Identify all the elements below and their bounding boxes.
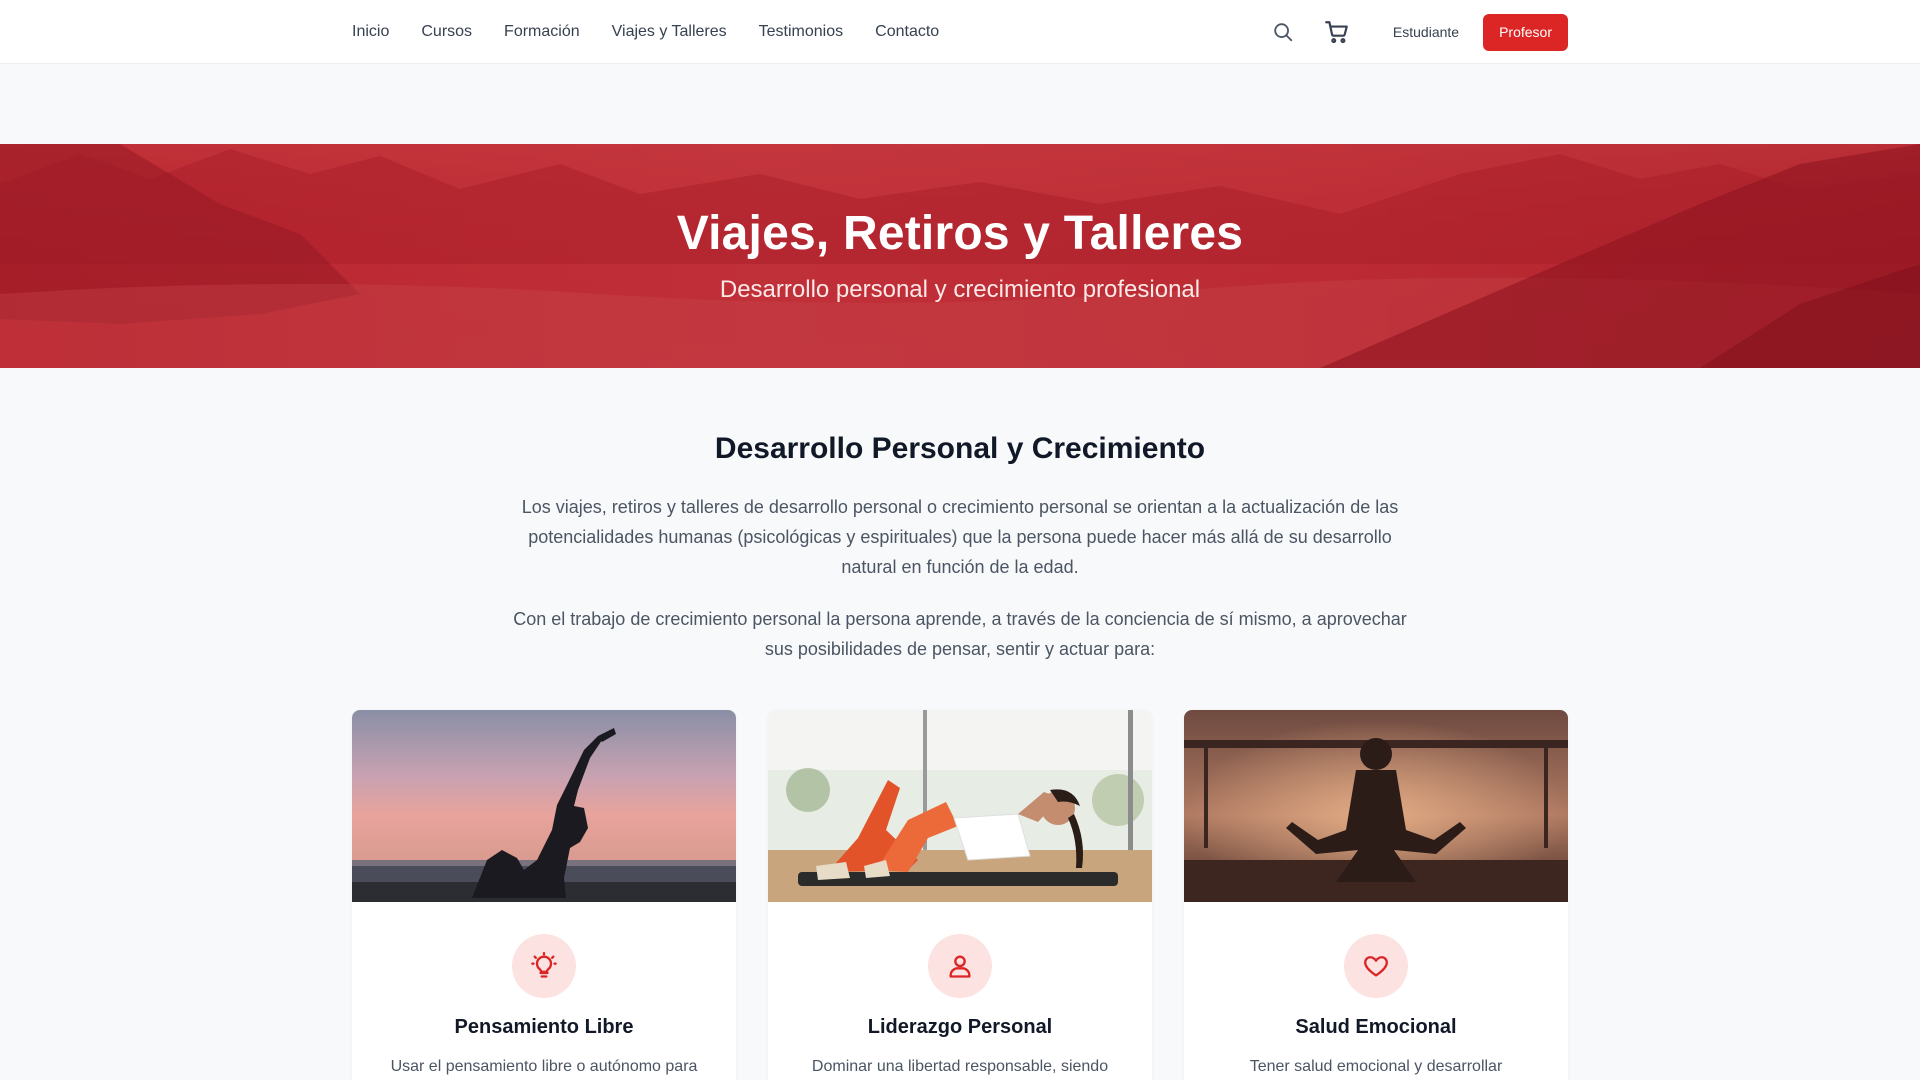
card-title: Salud Emocional — [1295, 1016, 1457, 1038]
hero-banner: Viajes, Retiros y Talleres Desarrollo pe… — [0, 144, 1920, 368]
header-actions: Estudiante Profesor — [1265, 0, 1568, 64]
card-icon-circle — [1344, 934, 1408, 998]
heart-icon — [1364, 956, 1388, 977]
feature-card-salud: Salud Emocional Tener salud emocional y … — [1184, 710, 1568, 1080]
search-button[interactable] — [1265, 14, 1301, 50]
feature-card-pensamiento: Pensamiento Libre Usar el pensamiento li… — [352, 710, 736, 1080]
nav-link-formacion[interactable]: Formación — [504, 23, 580, 41]
feature-cards: Pensamiento Libre Usar el pensamiento li… — [352, 710, 1568, 1080]
teacher-login-button[interactable]: Profesor — [1483, 13, 1568, 51]
card-text: Usar el pensamiento libre o autónomo par… — [390, 1058, 698, 1075]
lightbulb-icon — [531, 952, 557, 978]
exercise-image — [768, 710, 1152, 902]
intro-paragraph-1: Los viajes, retiros y talleres de desarr… — [521, 497, 1399, 577]
meditation-image — [1184, 710, 1568, 902]
user-icon — [949, 955, 971, 978]
hero-subtitle: Desarrollo personal y crecimiento profes… — [719, 276, 1201, 303]
search-icon — [1274, 23, 1293, 42]
nav-link-contacto[interactable]: Contacto — [875, 23, 939, 41]
top-navbar: Inicio Cursos Formación Viajes y Tallere… — [0, 0, 1920, 64]
feature-card-liderazgo: Liderazgo Personal Dominar una libertad … — [768, 710, 1152, 1080]
card-text: Dominar una libertad responsable, siendo — [811, 1058, 1109, 1075]
section-title: Desarrollo Personal y Crecimiento — [714, 432, 1206, 465]
cart-button[interactable] — [1319, 14, 1355, 50]
main-nav: Inicio Cursos Formación Viajes y Tallere… — [352, 0, 939, 64]
card-title: Liderazgo Personal — [867, 1016, 1053, 1038]
nav-link-cursos[interactable]: Cursos — [421, 23, 472, 41]
nav-link-inicio[interactable]: Inicio — [352, 23, 389, 41]
card-icon-circle — [512, 934, 576, 998]
nav-link-testimonios[interactable]: Testimonios — [759, 23, 843, 41]
card-icon-circle — [928, 934, 992, 998]
hero-title: Viajes, Retiros y Talleres — [676, 207, 1244, 260]
yoga-sunset-image — [352, 710, 736, 902]
card-title: Pensamiento Libre — [454, 1016, 634, 1038]
intro-paragraph-2: Con el trabajo de crecimiento personal l… — [513, 609, 1407, 659]
student-login-button[interactable]: Estudiante — [1393, 24, 1459, 40]
nav-link-viajes-talleres[interactable]: Viajes y Talleres — [612, 23, 727, 41]
card-text: Tener salud emocional y desarrollar — [1249, 1058, 1503, 1075]
cart-icon — [1324, 21, 1348, 44]
